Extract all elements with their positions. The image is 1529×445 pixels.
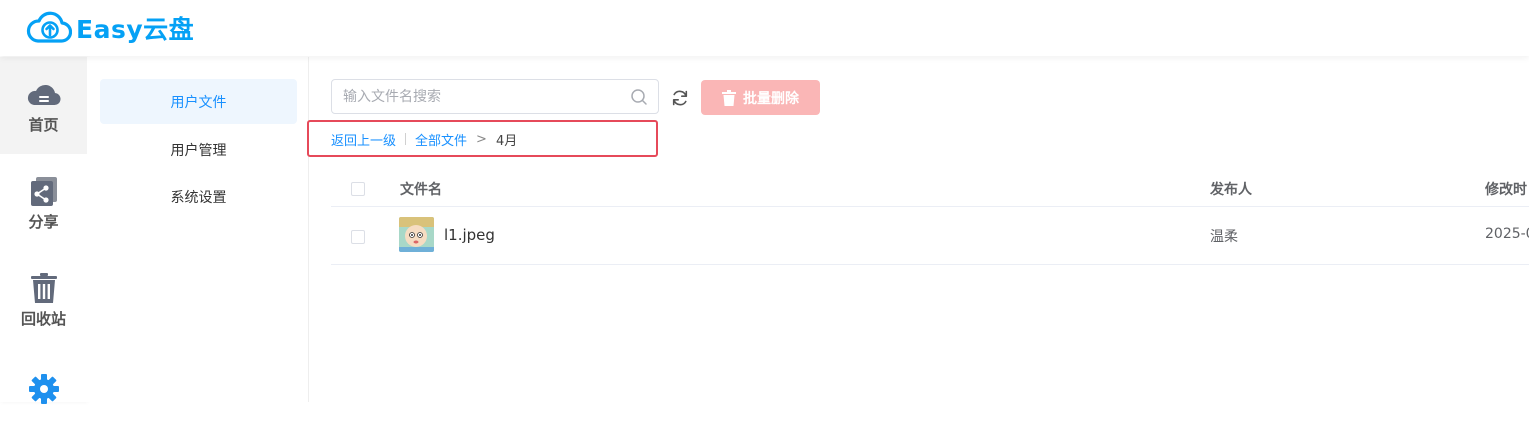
share-icon bbox=[30, 176, 57, 206]
trash-icon bbox=[30, 272, 57, 303]
cloud-upload-icon bbox=[26, 11, 72, 43]
subnav-item-system-settings[interactable]: 系统设置 bbox=[100, 174, 297, 219]
image-thumbnail-icon bbox=[399, 217, 434, 252]
file-thumbnail[interactable] bbox=[399, 217, 434, 252]
nav-label-recycle: 回收站 bbox=[20, 309, 66, 328]
row-checkbox[interactable] bbox=[351, 230, 365, 244]
delete-icon bbox=[722, 89, 736, 106]
breadcrumb-back-link[interactable]: 返回上一级 bbox=[331, 130, 396, 149]
column-header-filename: 文件名 bbox=[400, 182, 442, 198]
nav-label-home: 首页 bbox=[28, 115, 59, 134]
top-header: Easy云盘 bbox=[0, 0, 1529, 56]
file-modified-time: 2025-0 bbox=[1485, 226, 1529, 242]
nav-item-share[interactable]: 分享 bbox=[0, 154, 87, 251]
breadcrumb-root-link[interactable]: 全部文件 bbox=[415, 130, 467, 149]
search-box bbox=[331, 79, 659, 114]
column-header-publisher: 发布人 bbox=[1210, 182, 1252, 198]
table-row[interactable]: l1.jpeg 温柔 2025-0 bbox=[331, 207, 1529, 265]
nav-label-share: 分享 bbox=[28, 212, 59, 231]
breadcrumb: 返回上一级 全部文件 > 4月 bbox=[331, 129, 517, 149]
breadcrumb-divider bbox=[405, 133, 407, 145]
nav-item-home[interactable]: 首页 bbox=[0, 57, 87, 154]
gear-icon bbox=[28, 374, 59, 404]
subnav-item-user-management[interactable]: 用户管理 bbox=[100, 127, 297, 172]
select-all-checkbox[interactable] bbox=[351, 182, 365, 196]
search-icon[interactable] bbox=[630, 88, 648, 106]
nav-item-recycle[interactable]: 回收站 bbox=[0, 251, 87, 348]
nav-item-settings[interactable] bbox=[0, 348, 87, 445]
search-input[interactable] bbox=[332, 80, 630, 113]
chevron-right-icon: > bbox=[476, 131, 487, 147]
app-logo[interactable]: Easy云盘 bbox=[26, 10, 194, 46]
table-header: 文件名 发布人 修改时 bbox=[331, 170, 1529, 207]
main-sidebar: 首页 分享 回收站 bbox=[0, 57, 87, 404]
cloud-icon bbox=[27, 84, 61, 105]
subnav-item-user-files[interactable]: 用户文件 bbox=[100, 79, 297, 124]
file-publisher: 温柔 bbox=[1210, 229, 1238, 245]
batch-delete-label: 批量删除 bbox=[743, 90, 799, 107]
app-title: Easy云盘 bbox=[76, 15, 195, 44]
sub-sidebar: 用户文件 用户管理 系统设置 bbox=[87, 57, 309, 402]
column-header-modified: 修改时 bbox=[1485, 182, 1527, 198]
file-name-link[interactable]: l1.jpeg bbox=[444, 226, 495, 244]
batch-delete-button[interactable]: 批量删除 bbox=[701, 80, 820, 115]
breadcrumb-current: 4月 bbox=[495, 133, 518, 149]
refresh-icon[interactable] bbox=[670, 88, 690, 108]
